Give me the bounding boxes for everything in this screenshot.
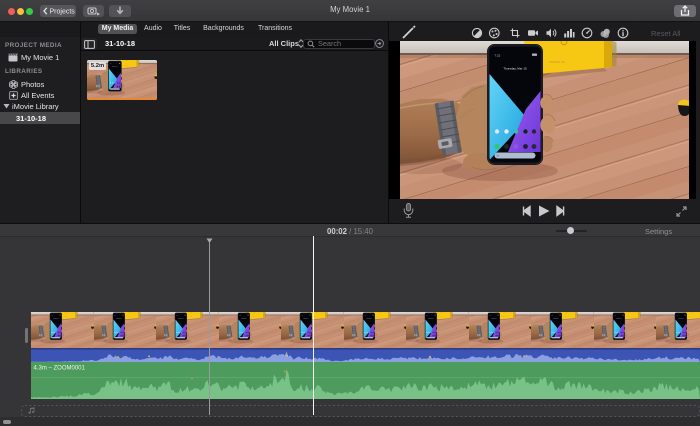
svg-text:4.3m – ZOOM0001: 4.3m – ZOOM0001 <box>34 366 86 372</box>
svg-text:Reset All: Reset All <box>651 29 681 38</box>
